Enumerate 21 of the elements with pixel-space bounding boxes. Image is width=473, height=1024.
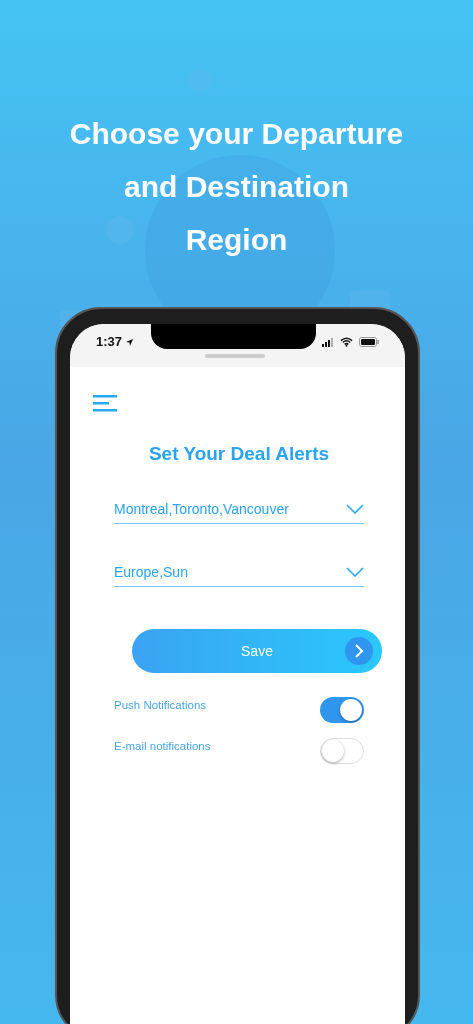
- headline: and Destination: [123, 169, 350, 205]
- toggle-switch[interactable]: [320, 738, 364, 764]
- dropdown-field[interactable]: Europe,Sun: [114, 564, 364, 587]
- signal-icon: [322, 338, 334, 347]
- location-icon: [125, 338, 134, 347]
- save-button[interactable]: Save: [132, 629, 382, 673]
- toggle-label: E-mail notifications: [114, 740, 211, 752]
- chevron-down-icon: [346, 567, 364, 577]
- chevron-right-icon: [345, 637, 373, 665]
- status-time: 1:37: [96, 334, 123, 349]
- grabber-bar: [205, 354, 265, 358]
- menu-icon[interactable]: [93, 395, 118, 412]
- toggle-switch[interactable]: [320, 697, 364, 723]
- screen-title: Set Your Deal Alerts: [147, 443, 331, 465]
- headline: Choose your Departure: [68, 116, 405, 152]
- dropdown-field[interactable]: Montreal,Toronto,Vancouver: [114, 501, 364, 524]
- battery-icon: [359, 337, 379, 347]
- chevron-down-icon: [346, 504, 364, 514]
- wifi-icon: [340, 337, 353, 347]
- headline: Region: [184, 222, 289, 258]
- toggle-label: Push Notifications: [114, 699, 207, 711]
